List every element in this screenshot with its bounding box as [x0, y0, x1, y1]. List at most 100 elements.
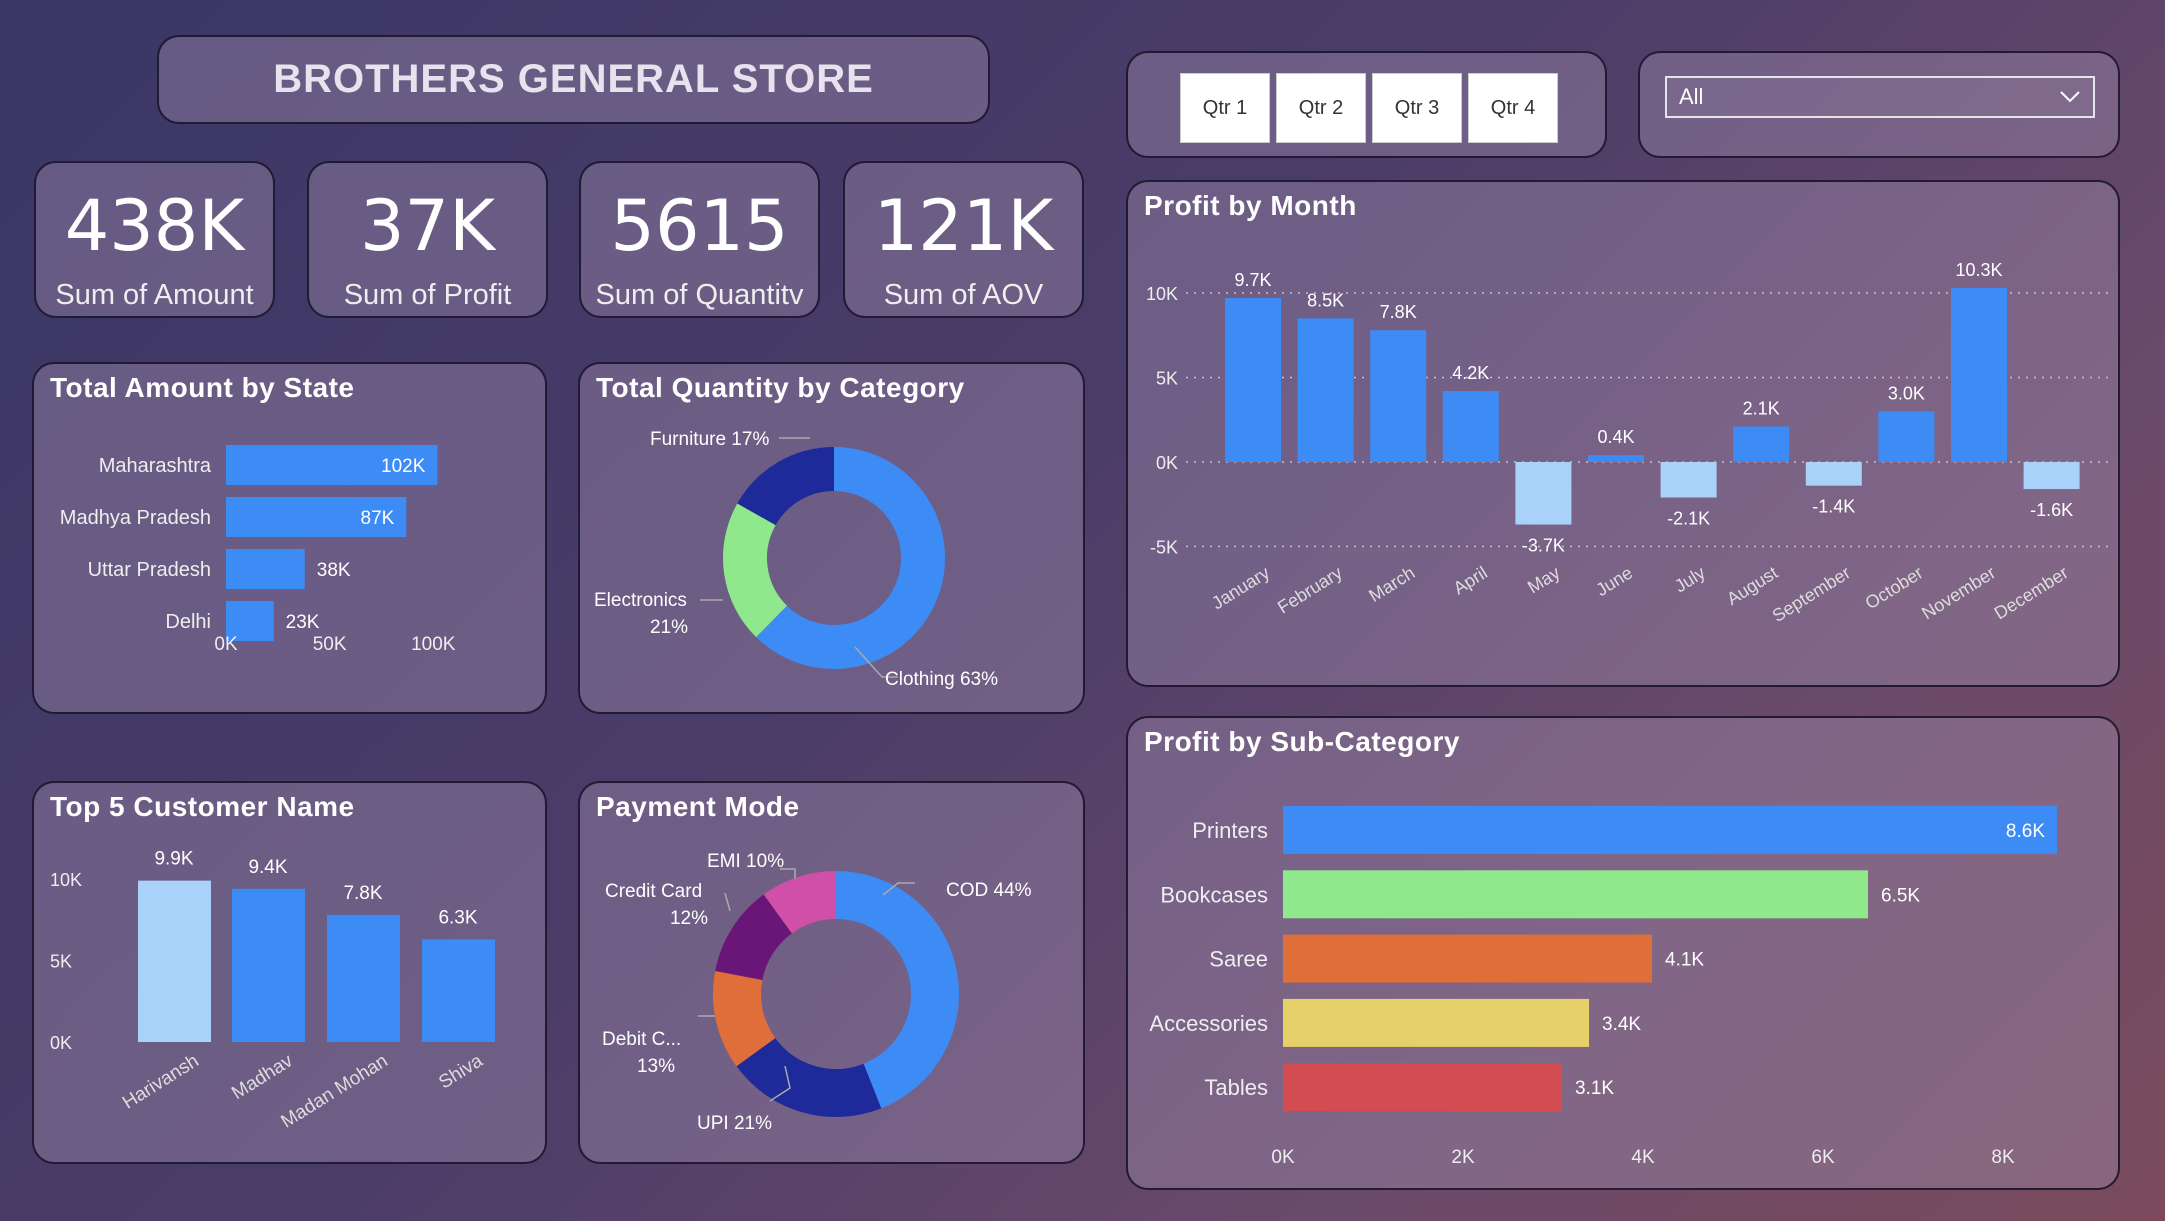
tick-label: 0K	[50, 1033, 72, 1053]
customer-bar-chart: 10K 5K 0K 9.9K Harivansh 9.4K Madhav 7.8K Madan …	[50, 849, 495, 1133]
tick-label: 5K	[1156, 369, 1178, 389]
category-label: Shiva	[435, 1050, 487, 1093]
slice-label: Electronics	[594, 590, 687, 611]
data-label: 4.2K	[1452, 363, 1489, 383]
state-bar-chart: Maharashtra 102K Madhya Pradesh 87K Uttar Pr…	[60, 445, 456, 655]
dropdown-slicer: All	[1638, 51, 2120, 158]
data-label: 6.3K	[438, 907, 477, 928]
bar	[226, 549, 305, 589]
category-slice	[737, 447, 835, 526]
data-label: 4.1K	[1665, 950, 1704, 971]
tick-label: 6K	[1811, 1147, 1835, 1168]
kpi-label: Sum of Quantitv	[595, 279, 804, 311]
kpi-value: 121K	[873, 185, 1054, 267]
data-label: -1.6K	[2030, 500, 2073, 520]
qtr-1-button[interactable]: Qtr 1	[1180, 73, 1270, 143]
quarter-slicer: Qtr 1 Qtr 2 Qtr 3 Qtr 4	[1126, 51, 1607, 158]
data-label: 10.3K	[1955, 260, 2002, 280]
payment-slice	[763, 871, 837, 934]
payment-slice	[736, 1037, 882, 1117]
tick-label: 10K	[1146, 284, 1178, 304]
data-label: 8.6K	[2006, 821, 2045, 842]
data-label: 9.7K	[1234, 270, 1271, 290]
data-label: 3.4K	[1602, 1014, 1641, 1035]
category-label: February	[1274, 562, 1346, 617]
category-label: March	[1365, 562, 1418, 605]
category-label: Printers	[1192, 818, 1268, 843]
kpi-value: 438K	[64, 185, 245, 267]
data-label: 7.8K	[343, 883, 382, 904]
kpi-label: Sum of Profit	[343, 279, 512, 311]
qtr-2-button[interactable]: Qtr 2	[1276, 73, 1366, 143]
data-label: -2.1K	[1667, 508, 1710, 528]
subcategory-chart-card: Profit by Sub-Category Printers 8.6K Bookc…	[1126, 716, 2120, 1190]
kpi-card-quantity: 5615 Sum of Quantitv	[579, 161, 820, 318]
slice-label: Furniture 17%	[650, 429, 769, 450]
data-label: 87K	[361, 508, 395, 529]
slice-label: EMI 10%	[707, 851, 784, 872]
kpi-card-aov: 121K Sum of AOV	[843, 161, 1084, 318]
chevron-down-icon	[2060, 91, 2080, 103]
category-label: Madhav	[228, 1050, 297, 1104]
category-label: Saree	[1209, 947, 1268, 972]
data-label: 102K	[381, 456, 426, 477]
state-chart-card: Total Amount by State Maharashtra 102K Mad…	[32, 362, 547, 714]
category-label: July	[1671, 562, 1709, 596]
bar	[232, 888, 305, 1042]
tick-label: 4K	[1631, 1147, 1655, 1168]
bar	[1225, 298, 1281, 462]
data-label: 6.5K	[1881, 885, 1920, 906]
data-label: -1.4K	[1812, 497, 1855, 517]
tick-label: 50K	[313, 634, 347, 655]
month-chart-card: Profit by Month 10K 5K 0K -5K 9.7K January 8.5…	[1126, 180, 2120, 687]
kpi-value: 37K	[360, 185, 495, 267]
subcategory-bar-chart: Printers 8.6K Bookcases 6.5K Saree 4.1K Access…	[1149, 806, 2057, 1168]
bar	[1442, 391, 1499, 462]
category-label: Accessories	[1149, 1011, 1268, 1036]
filter-dropdown[interactable]: All	[1665, 76, 2095, 118]
tick-label: 100K	[411, 634, 456, 655]
data-label: 9.9K	[154, 849, 193, 870]
kpi-label: Sum of AOV	[883, 279, 1044, 311]
category-label: Delhi	[165, 611, 211, 633]
bar	[1515, 462, 1572, 525]
slice-label: COD 44%	[946, 880, 1032, 901]
bar	[422, 939, 495, 1042]
bar	[1805, 462, 1862, 486]
category-label: Uttar Pradesh	[88, 559, 211, 581]
category-label: December	[1991, 562, 2072, 623]
category-label: October	[1862, 562, 1927, 613]
bar	[1283, 806, 2057, 854]
qtr-4-button[interactable]: Qtr 4	[1468, 73, 1558, 143]
category-donut-chart: Furniture 17% Electronics 21% Clothing 63%	[594, 429, 998, 690]
bar	[1370, 330, 1427, 462]
customer-chart-card: Top 5 Customer Name 10K 5K 0K 9.9K Harivansh…	[32, 781, 547, 1164]
category-label: Bookcases	[1160, 882, 1268, 907]
slice-label: Clothing 63%	[885, 669, 998, 690]
category-label: April	[1450, 562, 1491, 598]
category-label: Tables	[1204, 1075, 1268, 1100]
data-label: 3.0K	[1888, 383, 1925, 403]
bar	[1283, 998, 1589, 1047]
bar	[1951, 287, 2007, 462]
data-label: 9.4K	[248, 857, 287, 878]
store-title: BROTHERS GENERAL STORE	[273, 57, 874, 101]
data-label: 2.1K	[1743, 399, 1780, 419]
chart-title: Total Amount by State	[50, 372, 355, 403]
data-label: 7.8K	[1380, 302, 1417, 322]
tick-label: 0K	[1271, 1147, 1295, 1168]
bar	[327, 914, 400, 1042]
bar	[1283, 934, 1652, 983]
kpi-card-profit: 37K Sum of Profit	[307, 161, 548, 318]
payment-slice	[715, 894, 793, 981]
kpi-card-amount: 438K Sum of Amount	[34, 161, 275, 318]
tick-label: 5K	[50, 952, 72, 972]
category-label: August	[1723, 562, 1781, 609]
category-chart-card: Total Quantity by Category Furniture 17%…	[578, 362, 1085, 714]
bar	[2023, 462, 2080, 490]
qtr-3-button[interactable]: Qtr 3	[1372, 73, 1462, 143]
category-label: January	[1208, 562, 1273, 613]
data-label: 3.1K	[1575, 1078, 1614, 1099]
category-slice	[723, 503, 788, 638]
store-title-card: BROTHERS GENERAL STORE	[157, 35, 990, 124]
